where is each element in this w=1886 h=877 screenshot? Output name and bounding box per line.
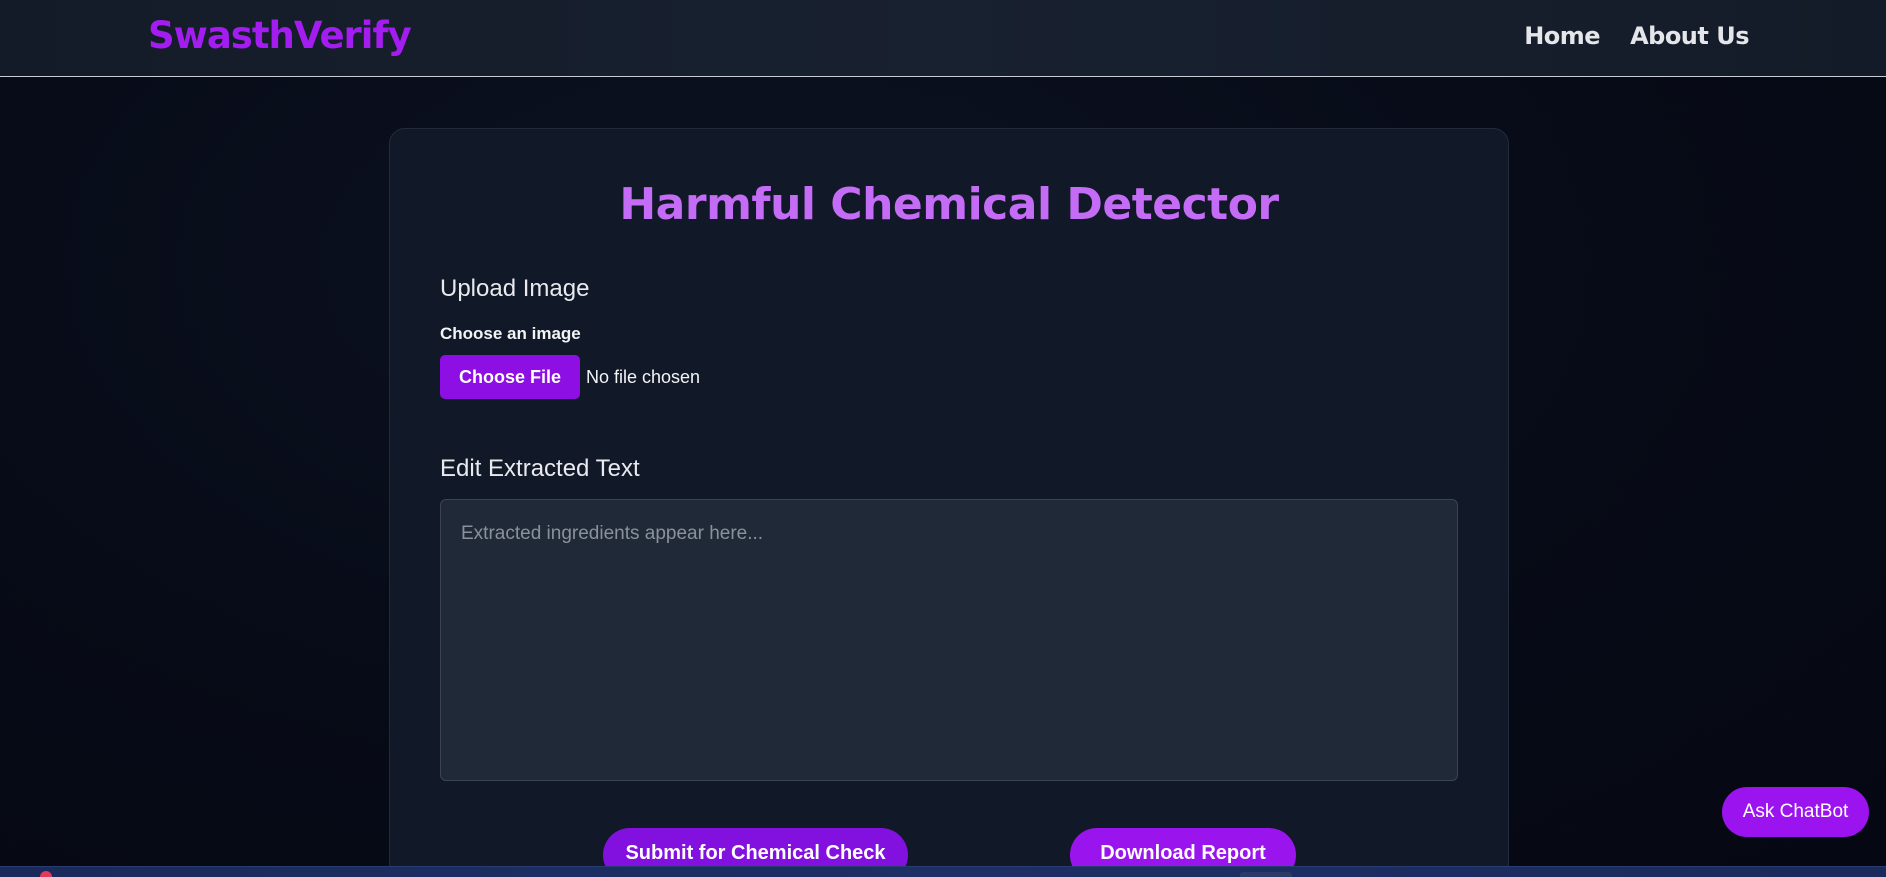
- taskbar-app-icon[interactable]: [40, 871, 52, 877]
- file-input[interactable]: Choose File No file chosen: [440, 355, 700, 399]
- edit-extracted-text-heading: Edit Extracted Text: [440, 455, 640, 482]
- detector-card: Harmful Chemical Detector Upload Image C…: [389, 128, 1509, 877]
- file-status-text: No file chosen: [586, 366, 701, 387]
- ask-chatbot-button[interactable]: Ask ChatBot: [1722, 787, 1869, 837]
- extracted-text-area[interactable]: [440, 499, 1458, 781]
- nav-link-about-us[interactable]: About Us: [1630, 22, 1749, 50]
- page-title: Harmful Chemical Detector: [619, 179, 1279, 230]
- nav-links: Home About Us: [1524, 22, 1749, 50]
- nav-link-home[interactable]: Home: [1524, 22, 1600, 50]
- choose-file-button[interactable]: Choose File: [440, 355, 580, 399]
- navbar: SwasthVerify Home About Us: [0, 0, 1886, 77]
- os-taskbar: [0, 866, 1886, 877]
- taskbar-active-item[interactable]: [1240, 872, 1292, 877]
- choose-image-label: Choose an image: [440, 324, 581, 343]
- brand-logo[interactable]: SwasthVerify: [148, 14, 412, 57]
- upload-image-heading: Upload Image: [440, 275, 590, 302]
